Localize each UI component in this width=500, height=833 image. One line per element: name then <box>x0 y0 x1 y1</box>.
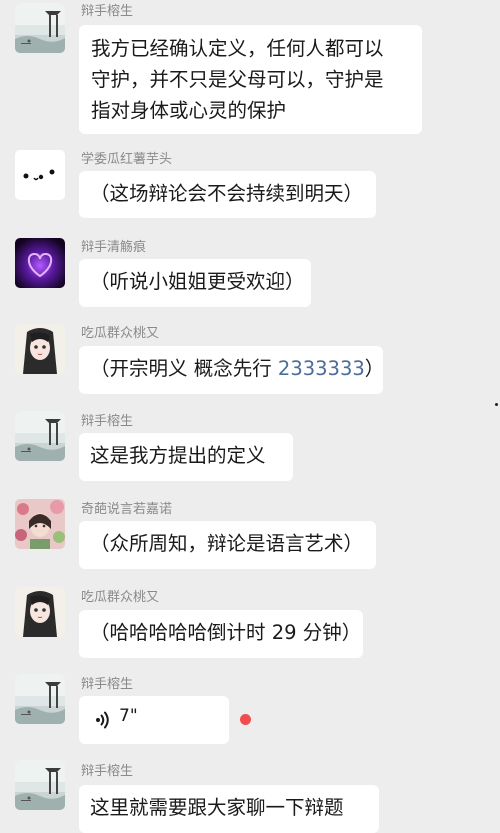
purple-heart-avatar[interactable] <box>15 238 65 288</box>
sender-name: 吃瓜群众桃又 <box>81 590 160 605</box>
sender-name: 辩手榕生 <box>81 677 134 692</box>
landscape-pavilion-avatar[interactable] <box>15 760 65 810</box>
message-text: （哈哈哈哈哈倒计时 29 分钟） <box>90 621 362 644</box>
sender-name: 辩手榕生 <box>81 414 134 429</box>
message-text-line: 我方已经确认定义，任何人都可以 <box>91 37 384 60</box>
message-bubble[interactable]: （开宗明义 概念先行 2333333） <box>79 346 385 394</box>
dots-face-avatar[interactable] <box>15 150 65 200</box>
sender-name: 吃瓜群众桃又 <box>81 326 160 341</box>
sender-name: 学委瓜红薯芋头 <box>81 152 173 167</box>
sender-name: 辩手清觞痕 <box>81 240 147 255</box>
sender-name: 辩手榕生 <box>81 4 134 19</box>
message-text-end: ） <box>364 357 385 380</box>
message-text: （众所周知，辩论是语言艺术） <box>90 532 364 555</box>
message-bubble[interactable]: （哈哈哈哈哈倒计时 29 分钟） <box>79 610 363 658</box>
message-bubble[interactable]: 这里就需要跟大家聊一下辩题 <box>79 785 379 833</box>
anime-girl-avatar[interactable] <box>15 587 65 637</box>
chat-message-list[interactable]: 辩手榕生 我方已经确认定义，任何人都可以 守护，并不只是父母可以，守护是 指对身… <box>0 0 500 833</box>
anime-girl-avatar[interactable] <box>15 324 65 374</box>
sender-name: 奇葩说言若嘉诺 <box>81 502 173 517</box>
flower-girl-avatar[interactable] <box>15 499 65 549</box>
message-text: （开宗明义 概念先行 <box>90 357 278 380</box>
message-bubble[interactable]: （众所周知，辩论是语言艺术） <box>79 521 376 569</box>
message-text-line: 守护，并不只是父母可以，守护是 <box>91 68 384 91</box>
unread-dot-icon <box>240 714 251 725</box>
message-text: （这场辩论会不会持续到明天） <box>90 182 364 205</box>
landscape-pavilion-avatar[interactable] <box>15 411 65 461</box>
message-text: 这里就需要跟大家聊一下辩题 <box>90 796 344 819</box>
message-bubble[interactable]: 我方已经确认定义，任何人都可以 守护，并不只是父母可以，守护是 指对身体或心灵的… <box>79 25 422 134</box>
scroll-indicator-dot <box>495 403 498 406</box>
landscape-pavilion-avatar[interactable] <box>15 674 65 724</box>
message-text-line: 指对身体或心灵的保护 <box>91 99 287 122</box>
message-bubble[interactable]: 这是我方提出的定义 <box>79 433 293 481</box>
landscape-pavilion-avatar[interactable] <box>15 3 65 53</box>
number-link[interactable]: 2333333 <box>278 357 365 380</box>
sender-name: 辩手榕生 <box>81 764 134 779</box>
voice-message-bubble[interactable]: 7" <box>79 696 229 744</box>
voice-wave-icon <box>95 710 111 734</box>
message-bubble[interactable]: （这场辩论会不会持续到明天） <box>79 171 376 218</box>
message-bubble[interactable]: （听说小姐姐更受欢迎） <box>79 259 311 307</box>
message-text: （听说小姐姐更受欢迎） <box>90 270 305 293</box>
message-text: 这是我方提出的定义 <box>90 444 266 467</box>
voice-duration: 7" <box>119 706 138 726</box>
